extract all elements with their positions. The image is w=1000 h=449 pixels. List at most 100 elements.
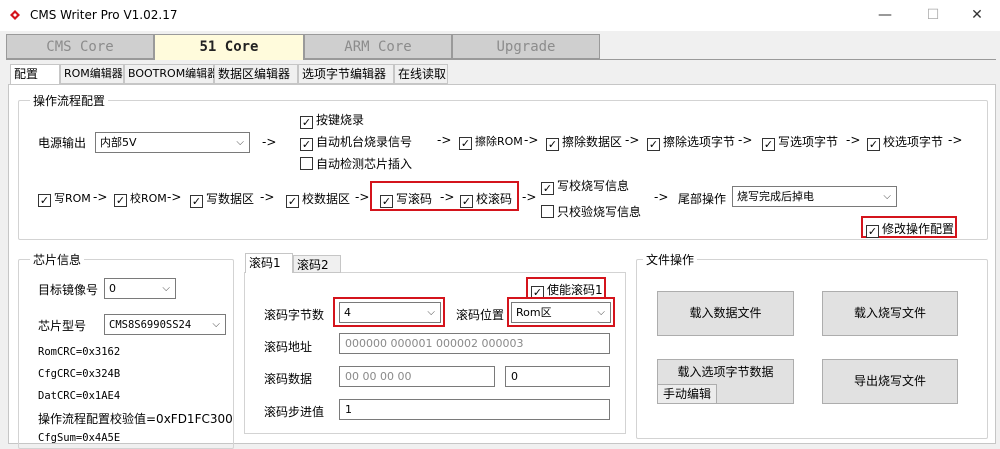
export-burn-button[interactable]: 导出烧写文件 [822, 359, 958, 404]
flow-arrow: -> [524, 133, 539, 147]
manual-edit-button[interactable]: 手动编辑 [657, 384, 717, 404]
tab-cms-core[interactable]: CMS Core [6, 34, 154, 59]
data-label: 滚码数据 [264, 372, 313, 386]
verify-option-label: 校选项字节 [883, 135, 944, 149]
modify-flow-checkbox[interactable]: ✓ 修改操作配置 [866, 220, 954, 238]
bytes-select[interactable]: 4 ⌵ [339, 302, 441, 323]
subtab-config[interactable]: 配置 [10, 64, 60, 85]
flow-arrow: -> [654, 190, 669, 204]
dat-crc: DatCRC=0x1AE4 [38, 390, 121, 402]
verify-rolling-label: 校滚码 [476, 192, 513, 206]
auto-detect-checkbox[interactable]: 自动检测芯片插入 [300, 155, 412, 172]
pos-select-value: Rom区 [516, 306, 552, 319]
addr-input[interactable]: 000000 000001 000002 000003 [339, 333, 610, 354]
write-option-checkbox[interactable]: ✓ 写选项字节 [762, 133, 838, 151]
write-verify-info-checkbox[interactable]: ✓ 写校烧写信息 [541, 177, 629, 195]
tab-arm-core[interactable]: ARM Core [304, 34, 452, 59]
write-rolling-label: 写滚码 [396, 192, 433, 206]
chevron-down-icon: ⌵ [212, 319, 220, 330]
load-data-button[interactable]: 载入数据文件 [657, 291, 794, 336]
erase-data-checkbox[interactable]: ✓ 擦除数据区 [546, 133, 622, 151]
power-select-value: 内部5V [100, 136, 137, 149]
verify-only-info-checkbox[interactable]: 只校验烧写信息 [541, 203, 641, 220]
flow-arrow: -> [738, 133, 753, 147]
checkbox-unchecked-icon [541, 205, 554, 218]
checkbox-checked-icon: ✓ [541, 182, 554, 195]
write-data-label: 写数据区 [206, 192, 255, 206]
step-label: 滚码步进值 [264, 405, 325, 419]
pos-label: 滚码位置 [456, 308, 505, 322]
minimize-button[interactable]: — [862, 0, 908, 31]
tab-upgrade[interactable]: Upgrade [452, 34, 600, 59]
mirror-select-value: 0 [109, 282, 116, 295]
erase-rom-label: 擦除ROM [475, 135, 523, 148]
checkbox-checked-icon: ✓ [459, 137, 472, 150]
data-input[interactable]: 00 00 00 00 [339, 366, 495, 387]
flow-checksum: 操作流程配置校验值=0xFD1FC300 [38, 412, 233, 426]
step-input[interactable]: 1 [339, 399, 610, 420]
checkbox-checked-icon: ✓ [460, 195, 473, 208]
file-group [636, 259, 988, 439]
tail-label: 尾部操作 [678, 192, 727, 206]
bytes-select-value: 4 [344, 306, 351, 319]
tab-rolling-2[interactable]: 滚码2 [293, 255, 341, 273]
tail-select[interactable]: 烧写完成后掉电 ⌵ [732, 186, 897, 207]
auto-signal-checkbox[interactable]: ✓ 自动机台烧录信号 [300, 133, 412, 151]
maximize-button[interactable]: ☐ [910, 0, 956, 31]
flow-arrow: -> [167, 190, 182, 204]
verify-option-checkbox[interactable]: ✓ 校选项字节 [867, 133, 943, 151]
model-label: 芯片型号 [38, 319, 87, 333]
verify-rom-checkbox[interactable]: ✓ 校ROM [114, 190, 167, 207]
verify-data-checkbox[interactable]: ✓ 校数据区 [286, 190, 350, 208]
key-burn-checkbox[interactable]: ✓ 按键烧录 [300, 111, 364, 129]
erase-option-label: 擦除选项字节 [663, 135, 736, 149]
chevron-down-icon: ⌵ [597, 307, 605, 318]
window-title: CMS Writer Pro V1.02.17 [30, 8, 178, 22]
close-button[interactable]: ✕ [954, 0, 1000, 31]
write-rolling-checkbox[interactable]: ✓ 写滚码 [380, 190, 432, 208]
mirror-select[interactable]: 0 ⌵ [104, 278, 176, 299]
write-data-checkbox[interactable]: ✓ 写数据区 [190, 190, 254, 208]
erase-rom-checkbox[interactable]: ✓ 擦除ROM [459, 133, 523, 150]
checkbox-checked-icon: ✓ [38, 194, 51, 207]
load-burn-button[interactable]: 载入烧写文件 [822, 291, 958, 336]
checkbox-checked-icon: ✓ [866, 225, 879, 238]
tab-rolling-1[interactable]: 滚码1 [245, 253, 293, 273]
checkbox-checked-icon: ✓ [867, 138, 880, 151]
auto-signal-label: 自动机台烧录信号 [316, 135, 413, 149]
checkbox-checked-icon: ✓ [190, 195, 203, 208]
rom-crc: RomCRC=0x3162 [38, 346, 121, 358]
flow-arrow: -> [260, 190, 275, 204]
chevron-down-icon: ⌵ [236, 137, 244, 148]
enable-rolling-label: 使能滚码1 [547, 283, 603, 297]
subtab-data-editor[interactable]: 数据区编辑器 [214, 64, 298, 84]
power-select[interactable]: 内部5V ⌵ [95, 132, 250, 153]
erase-data-label: 擦除数据区 [562, 135, 623, 149]
flow-arrow: -> [625, 133, 640, 147]
subtab-option-editor[interactable]: 选项字节编辑器 [298, 64, 394, 84]
modify-flow-label: 修改操作配置 [882, 222, 955, 236]
power-label: 电源输出 [38, 136, 87, 150]
checkbox-checked-icon: ✓ [114, 194, 127, 207]
subtab-rom-editor[interactable]: ROM编辑器 [60, 64, 124, 84]
checkbox-checked-icon: ✓ [286, 195, 299, 208]
flow-arrow: -> [846, 133, 861, 147]
title-bar: CMS Writer Pro V1.02.17 — ☐ ✕ [0, 0, 1000, 31]
data-extra-input[interactable]: 0 [505, 366, 610, 387]
addr-label: 滚码地址 [264, 340, 313, 354]
model-select-value: CMS8S6990SS24 [109, 319, 192, 331]
tab-51-core[interactable]: 51 Core [154, 34, 304, 60]
subtab-bootrom-editor[interactable]: BOOTROM编辑器 [124, 64, 218, 84]
subtab-online-read[interactable]: 在线读取 [394, 64, 448, 84]
pos-select[interactable]: Rom区 ⌵ [511, 302, 611, 323]
flow-arrow: -> [440, 190, 455, 204]
tail-select-value: 烧写完成后掉电 [737, 190, 814, 203]
file-group-title: 文件操作 [643, 251, 698, 268]
flow-group-title: 操作流程配置 [30, 92, 109, 109]
erase-option-checkbox[interactable]: ✓ 擦除选项字节 [647, 133, 735, 151]
model-select[interactable]: CMS8S6990SS24 ⌵ [104, 314, 226, 335]
load-option-label: 载入选项字节数据 [677, 365, 774, 379]
write-rom-checkbox[interactable]: ✓ 写ROM [38, 190, 91, 207]
checkbox-unchecked-icon [300, 157, 313, 170]
verify-rolling-checkbox[interactable]: ✓ 校滚码 [460, 190, 512, 208]
